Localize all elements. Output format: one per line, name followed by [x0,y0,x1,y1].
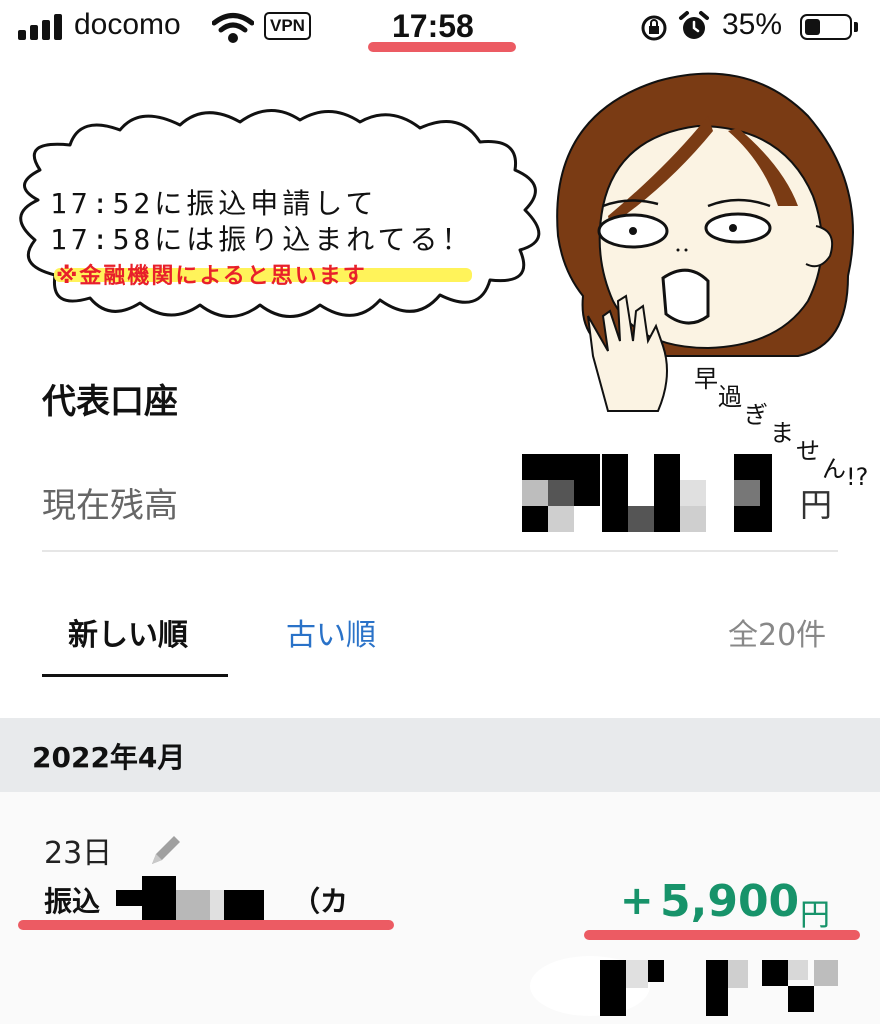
battery-icon [800,14,852,40]
total-count: 全20件 [728,618,827,653]
account-title: 代表口座 [42,382,178,422]
exclaim-char: ん [822,455,846,483]
vpn-badge: VPN [264,12,311,40]
balance-unit: 円 [800,486,833,524]
payer-redaction [116,876,264,920]
exclaim-char: ぎ [744,401,768,429]
exclaim-char: 過 [718,383,742,411]
balance-label: 現在残高 [42,486,178,526]
bubble-note: ※金融機関によると思います [56,264,367,289]
exclaim-char: 早 [694,365,718,393]
battery-tip [854,22,858,32]
status-clock: 17:58 [392,8,474,44]
amount-highlight [584,930,860,940]
alarm-icon [679,11,709,39]
carrier-label: docomo [74,8,181,41]
exclaim-char: !? [846,463,869,491]
battery-percent: 35% [722,8,783,41]
status-bar: docomo VPN 17:58 35% [0,0,880,60]
bubble-line-2: 17:58には振り込まれてる！ [50,223,474,256]
transaction-highlight [18,920,394,930]
transaction-amount: 5,900 [660,876,800,927]
tab-active-indicator [42,674,228,677]
bubble-line-1: 17:52に振込申請して [50,187,378,220]
divider [42,550,838,552]
exclaim-char: せ [796,437,820,465]
exclaim-char: ま [770,419,794,447]
balance-redaction [522,454,772,532]
month-label: 2022年4月 [32,741,186,774]
amount-unit: 円 [800,898,830,933]
rotation-lock-icon [641,15,667,41]
battery-level [805,19,820,35]
amount-sign: + [620,878,654,924]
tab-newest[interactable]: 新しい順 [68,610,188,654]
transaction-name: 振込 [44,885,101,918]
tab-oldest[interactable]: 古い順 [286,610,376,654]
pencil-icon[interactable] [146,830,186,870]
transaction-name-suffix: （カ [292,885,349,918]
transaction-day: 23日 [44,836,113,871]
signal-icon [18,14,64,40]
wifi-icon [212,13,254,43]
running-balance-redaction [530,956,838,1016]
clock-highlight [368,42,516,52]
